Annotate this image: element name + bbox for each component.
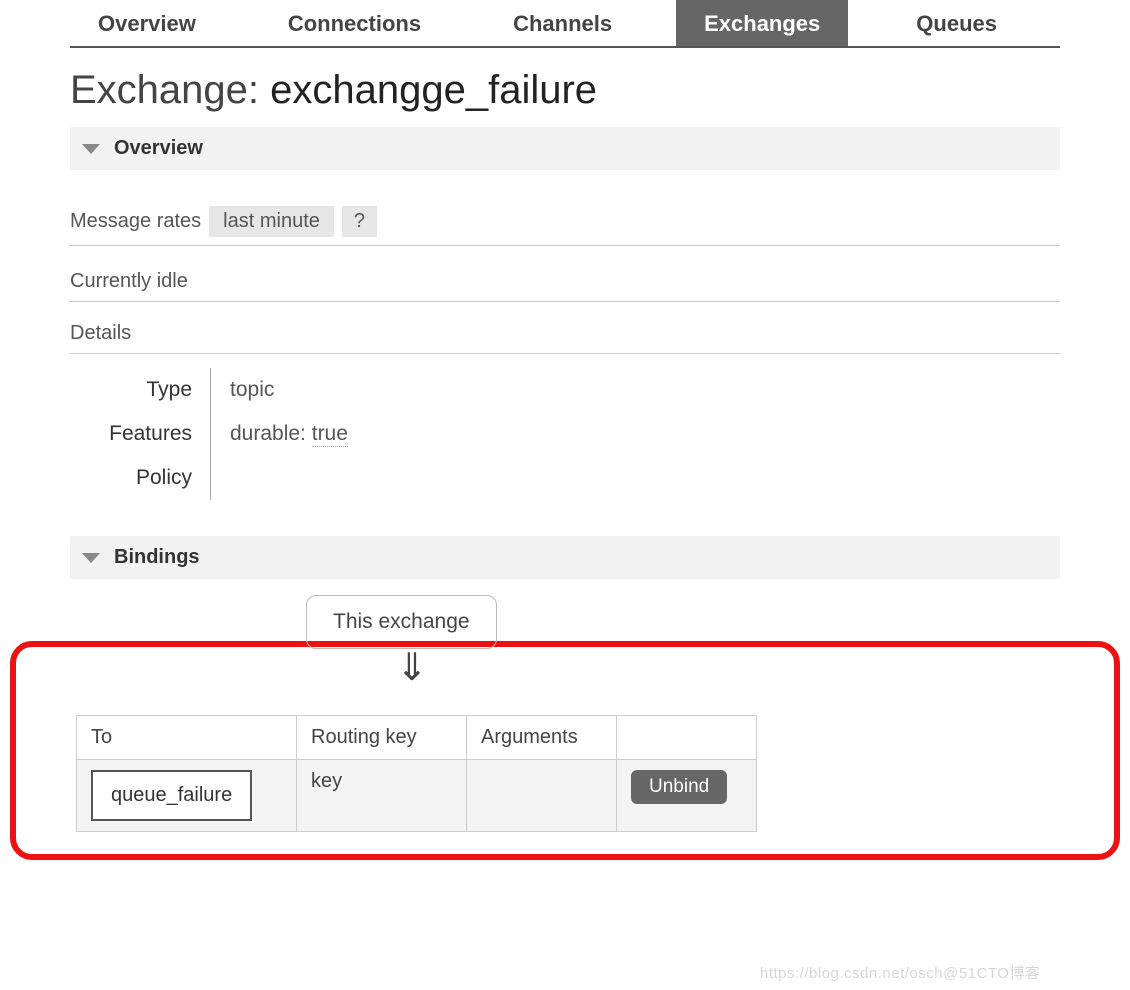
title-exchange-name: exchangge_failure bbox=[270, 68, 597, 112]
chevron-down-icon bbox=[82, 553, 100, 563]
chevron-down-icon bbox=[82, 144, 100, 154]
this-exchange-box: This exchange bbox=[306, 595, 497, 649]
help-button[interactable]: ? bbox=[342, 206, 377, 237]
tab-exchanges[interactable]: Exchanges bbox=[676, 0, 848, 46]
tab-channels[interactable]: Channels bbox=[485, 0, 640, 46]
section-bindings-title: Bindings bbox=[114, 546, 200, 569]
binding-action-cell: Unbind bbox=[617, 760, 757, 832]
tab-connections[interactable]: Connections bbox=[260, 0, 449, 46]
detail-policy-label: Policy bbox=[70, 456, 210, 500]
detail-type-value: topic bbox=[210, 368, 1060, 412]
details-header: Details bbox=[70, 322, 1060, 354]
col-routing-key: Routing key bbox=[297, 716, 467, 760]
binding-routing-key-cell: key bbox=[297, 760, 467, 832]
bindings-header-row: To Routing key Arguments bbox=[77, 716, 757, 760]
section-overview-title: Overview bbox=[114, 137, 203, 160]
binding-row: queue_failure key Unbind bbox=[77, 760, 757, 832]
section-bindings-header[interactable]: Bindings bbox=[70, 536, 1060, 579]
detail-features-value: durable: true bbox=[210, 412, 1060, 456]
page-title: Exchange: exchangge_failure bbox=[70, 68, 1060, 113]
col-arguments: Arguments bbox=[467, 716, 617, 760]
unbind-button[interactable]: Unbind bbox=[631, 770, 727, 804]
details-table: Type topic Features durable: true Policy bbox=[70, 368, 1060, 500]
status-idle: Currently idle bbox=[70, 270, 1060, 302]
section-overview-header[interactable]: Overview bbox=[70, 127, 1060, 170]
detail-type-label: Type bbox=[70, 368, 210, 412]
binding-to-cell: queue_failure bbox=[77, 760, 297, 832]
watermark-text: https://blog.csdn.net/osch@51CTO博客 bbox=[760, 962, 1040, 983]
tab-queues[interactable]: Queues bbox=[888, 0, 1025, 46]
tab-overview[interactable]: Overview bbox=[70, 0, 224, 46]
features-durable-value: true bbox=[312, 422, 348, 447]
nav-tabs: Overview Connections Channels Exchanges … bbox=[70, 0, 1060, 48]
message-rates-range-select[interactable]: last minute bbox=[209, 206, 334, 237]
binding-arguments-cell bbox=[467, 760, 617, 832]
queue-link[interactable]: queue_failure bbox=[91, 770, 252, 821]
col-actions bbox=[617, 716, 757, 760]
features-key: durable: bbox=[230, 422, 306, 445]
highlight-annotation: To Routing key Arguments queue_failure k… bbox=[10, 641, 1120, 860]
message-rates-row: Message rates last minute ? bbox=[70, 206, 1060, 246]
col-to: To bbox=[77, 716, 297, 760]
detail-policy-value bbox=[210, 456, 1060, 500]
bindings-table: To Routing key Arguments queue_failure k… bbox=[76, 715, 757, 832]
title-prefix: Exchange: bbox=[70, 68, 270, 112]
message-rates-label: Message rates bbox=[70, 210, 201, 233]
detail-features-label: Features bbox=[70, 412, 210, 456]
